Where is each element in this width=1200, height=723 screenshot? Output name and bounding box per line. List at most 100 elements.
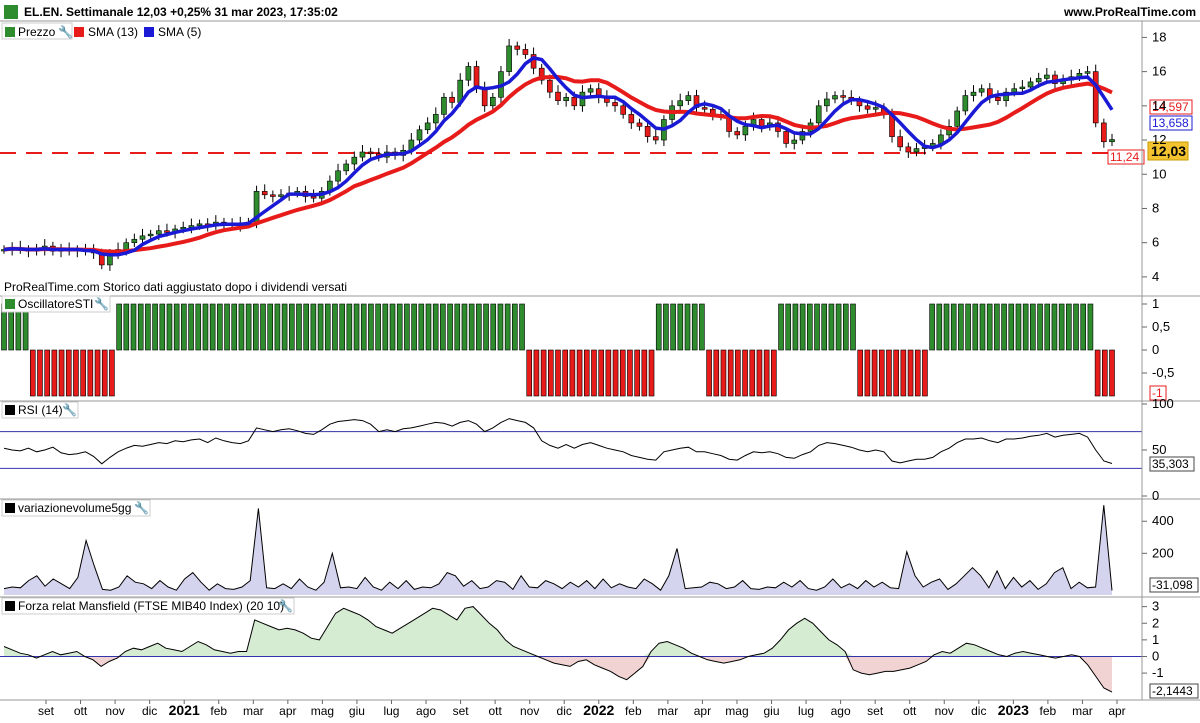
sti-bar-positive	[461, 303, 468, 351]
candle-body	[351, 156, 358, 165]
sti-panel: OscillatoreSTI 🔧 -1	[1, 295, 1167, 401]
sti-bar-positive	[828, 303, 835, 351]
sti-bar-positive	[432, 303, 439, 351]
x-axis-label: set	[38, 704, 55, 718]
sti-bar-positive	[396, 303, 403, 351]
wrench-icon[interactable]: 🔧	[62, 402, 77, 417]
sti-bar-positive	[850, 303, 856, 351]
sti-bar-positive	[655, 303, 662, 351]
price-panel: Prezzo 🔧 SMA (13) SMA (5) ProRealTime.co…	[0, 22, 1193, 294]
sti-bar-positive	[116, 303, 122, 351]
x-axis-label: mag	[311, 704, 334, 718]
sti-bar-positive	[267, 303, 274, 351]
candle-body	[815, 105, 822, 124]
candle-body	[954, 110, 961, 127]
candle-body	[343, 163, 349, 172]
x-axis-label: mar	[658, 704, 679, 718]
sti-bar-negative	[605, 349, 612, 397]
mansfield-line	[3, 606, 1113, 693]
sti-bar-positive	[425, 303, 432, 351]
sti-bar-positive	[994, 303, 1000, 351]
candle-body	[490, 96, 496, 107]
rsi-y-tick: 50	[1152, 442, 1166, 457]
sti-bar-negative	[526, 349, 533, 397]
candle-body	[612, 102, 618, 107]
wrench-icon[interactable]: 🔧	[278, 598, 293, 613]
sti-bar-positive	[965, 303, 971, 351]
candle-body	[644, 126, 651, 137]
price-y-tick: 16	[1152, 64, 1166, 79]
sti-bar-negative	[80, 349, 86, 397]
sti-bar-positive	[1030, 303, 1036, 351]
mansfield-label: Forza relat Mansfield (FTSE MIB40 Index)…	[18, 599, 284, 613]
sti-bar-negative	[94, 349, 101, 397]
candle-body	[1092, 71, 1099, 124]
rsi-y-tick: 100	[1152, 396, 1174, 411]
candle-body	[506, 45, 512, 72]
mansfield-y-tick: 3	[1152, 599, 1159, 614]
candle-body	[424, 122, 431, 131]
x-axis-label: apr	[279, 704, 296, 718]
candle-body	[685, 95, 692, 101]
x-axis-label: giu	[764, 704, 780, 718]
candle-body	[864, 105, 871, 110]
sti-bar-negative	[612, 349, 619, 397]
candle-body	[897, 136, 903, 148]
sti-bar-positive	[1008, 303, 1015, 351]
sti-bar-negative	[907, 349, 914, 397]
x-axis-label: 2021	[169, 702, 200, 718]
x-axis-label: ott	[903, 704, 917, 718]
sti-bar-positive	[1066, 303, 1072, 351]
candle-body	[555, 91, 561, 101]
sti-bar-positive	[404, 303, 410, 351]
mansfield-y-tick: -1	[1152, 665, 1164, 680]
sti-bar-positive	[224, 303, 230, 351]
rsi-label: RSI (14)	[18, 403, 63, 417]
chart-svg: EL.EN. Settimanale 12,03 +0,25% 31 mar 2…	[0, 5, 1200, 718]
sti-bar-negative	[540, 349, 547, 397]
sti-bar-negative	[727, 349, 734, 397]
sti-bar-negative	[548, 349, 554, 397]
sti-bar-positive	[332, 303, 338, 351]
candle-body	[1084, 71, 1091, 74]
sti-bar-positive	[288, 303, 295, 351]
sti-swatch	[5, 299, 15, 309]
legend-sma5-swatch	[144, 27, 154, 37]
sti-bar-positive	[382, 303, 389, 351]
sti-bar-positive	[1073, 303, 1079, 351]
sti-bar-negative	[65, 349, 72, 397]
sti-bar-negative	[101, 349, 108, 397]
legend-sma13-swatch	[74, 27, 84, 37]
price-y-tick: 12	[1152, 132, 1166, 147]
wrench-icon[interactable]: 🔧	[94, 296, 109, 311]
rsi-y-tick: 0	[1152, 488, 1159, 503]
chart-header: EL.EN. Settimanale 12,03 +0,25% 31 mar 2…	[4, 5, 1196, 19]
sti-bar-positive	[670, 303, 676, 351]
wrench-icon[interactable]: 🔧	[134, 500, 149, 515]
candle-body	[514, 45, 521, 50]
price-y-tick: 18	[1152, 29, 1166, 44]
x-axis-label: ago	[831, 704, 851, 718]
sti-bar-negative	[591, 349, 597, 397]
mansfield-y-tick: 0	[1152, 648, 1159, 663]
mansfield-last-label: -2,1443	[1152, 684, 1193, 698]
candle-body	[758, 119, 765, 127]
sti-bar-positive	[483, 303, 489, 351]
volume-label: variazionevolume5gg	[18, 501, 131, 515]
sti-bar-negative	[562, 349, 568, 397]
sti-bar-positive	[253, 303, 259, 351]
sti-bar-positive	[152, 303, 158, 351]
sti-bar-negative	[771, 349, 777, 397]
sti-bar-negative	[1109, 349, 1115, 397]
sti-bar-positive	[1080, 303, 1087, 351]
sti-bar-positive	[799, 303, 806, 351]
sti-bar-positive	[778, 303, 784, 351]
candle-body	[155, 230, 162, 235]
sti-bar-positive	[281, 303, 288, 351]
wrench-icon[interactable]: 🔧	[58, 24, 73, 39]
sti-bar-negative	[58, 349, 65, 397]
sti-bar-negative	[648, 349, 655, 397]
sti-bar-negative	[706, 349, 712, 397]
sti-bar-positive	[188, 303, 194, 351]
volume-panel: variazionevolume5gg 🔧 -31,098	[1, 499, 1199, 595]
